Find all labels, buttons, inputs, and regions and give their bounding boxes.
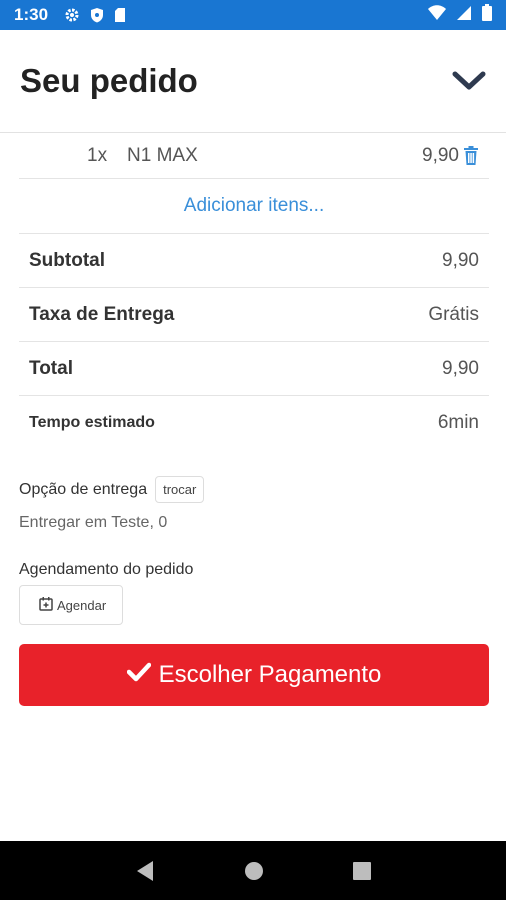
calendar-icon	[39, 596, 53, 614]
recents-icon[interactable]	[353, 861, 372, 880]
estimated-time-row: Tempo estimado 6min	[19, 396, 489, 450]
estimated-time-label: Tempo estimado	[29, 414, 155, 431]
delivery-section: Opção de entrega trocar	[19, 476, 489, 503]
total-row: Total 9,90	[19, 342, 489, 396]
delivery-address: Entregar em Teste, 0	[19, 514, 168, 531]
schedule-button-label: Agendar	[57, 597, 107, 613]
subtotal-label: Subtotal	[29, 249, 105, 271]
shield-icon	[90, 7, 104, 23]
status-time: 1:30	[14, 5, 49, 24]
order-list: 1x N1 MAX 9,90 Adicionar itens... Subtot…	[19, 133, 489, 450]
subtotal-value: 9,90	[442, 249, 479, 271]
back-icon[interactable]	[135, 860, 155, 882]
add-items-row: Adicionar itens...	[19, 179, 489, 234]
delivery-fee-value: Grátis	[428, 303, 479, 325]
item-quantity: 1x	[87, 144, 108, 166]
wifi-icon	[428, 4, 446, 26]
battery-icon	[482, 4, 492, 26]
delivery-option-title: Opção de entrega	[19, 480, 148, 498]
item-name: N1 MAX	[127, 144, 198, 166]
delivery-fee-row: Taxa de Entrega Grátis	[19, 288, 489, 342]
subtotal-row: Subtotal 9,90	[19, 234, 489, 288]
choose-payment-label: Escolher Pagamento	[158, 661, 382, 688]
settings-icon	[64, 7, 80, 23]
check-icon	[126, 661, 151, 689]
signal-icon	[456, 5, 472, 26]
home-icon[interactable]	[244, 861, 264, 881]
change-delivery-button[interactable]: trocar	[155, 476, 205, 503]
status-bar: 1:30	[0, 0, 506, 30]
item-price: 9,90	[422, 144, 459, 166]
trash-icon[interactable]	[463, 146, 479, 165]
chevron-down-icon[interactable]	[452, 70, 486, 92]
schedule-section: Agendar	[19, 585, 489, 625]
delivery-fee-label: Taxa de Entrega	[29, 303, 175, 325]
header: Seu pedido	[0, 30, 506, 133]
schedule-button[interactable]: Agendar	[19, 585, 124, 625]
choose-payment-button[interactable]: Escolher Pagamento	[19, 644, 489, 706]
navigation-bar	[0, 841, 506, 900]
page-title: Seu pedido	[20, 62, 198, 99]
add-items-link[interactable]: Adicionar itens...	[184, 195, 324, 217]
list-item: 1x N1 MAX 9,90	[19, 133, 489, 179]
estimated-time-value: 6min	[437, 412, 479, 433]
sd-card-icon	[114, 7, 126, 23]
schedule-title: Agendamento do pedido	[19, 561, 194, 578]
total-label: Total	[29, 357, 73, 379]
total-value: 9,90	[442, 357, 479, 379]
